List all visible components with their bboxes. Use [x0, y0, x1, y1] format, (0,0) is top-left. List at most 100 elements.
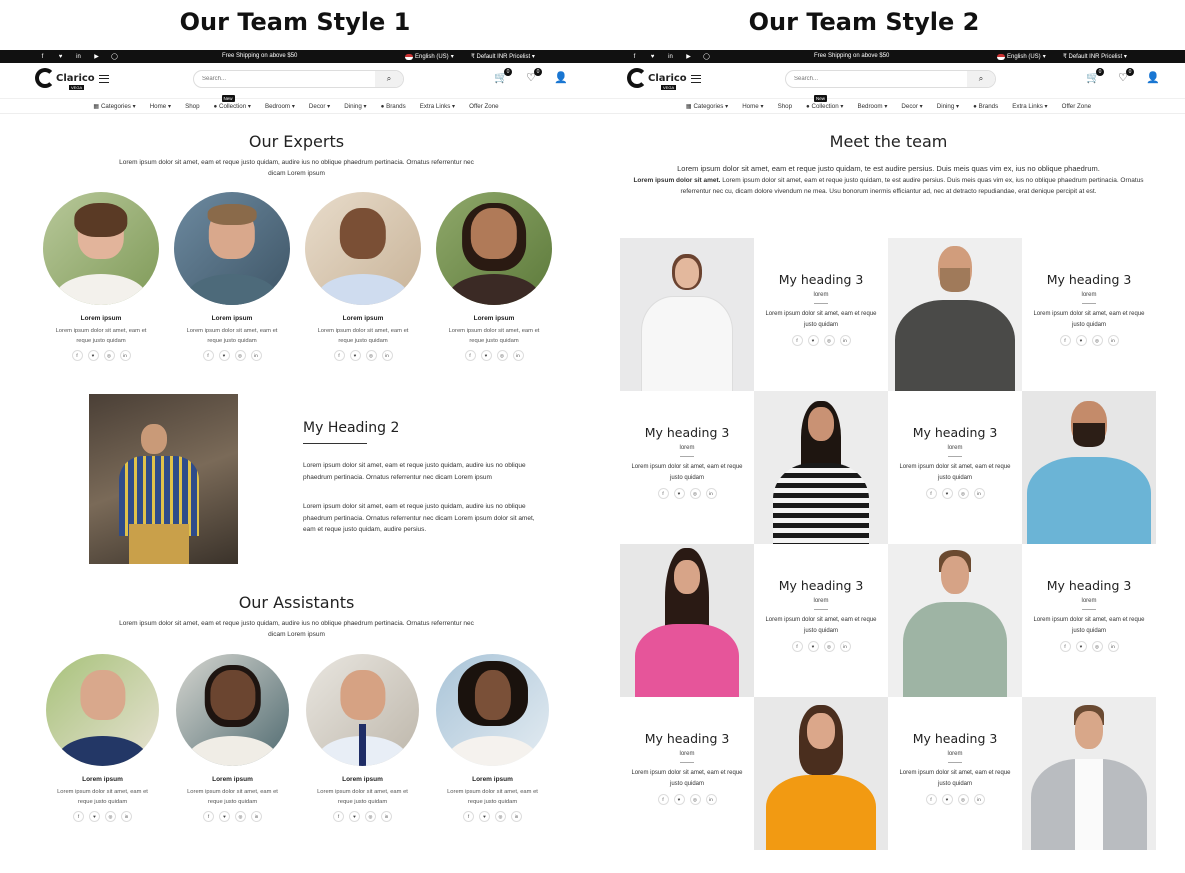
- facebook-icon[interactable]: f: [333, 350, 345, 361]
- facebook-icon[interactable]: f: [71, 350, 83, 361]
- twitter-icon[interactable]: ♥: [673, 794, 685, 805]
- search-icon[interactable]: ⌕: [967, 71, 995, 87]
- instagram-icon[interactable]: ◎: [1091, 641, 1103, 652]
- twitter-icon[interactable]: ♥: [349, 350, 361, 361]
- facebook-icon[interactable]: f: [202, 350, 214, 361]
- instagram-icon[interactable]: ◎: [365, 350, 377, 361]
- twitter-icon[interactable]: ♥: [941, 794, 953, 805]
- twitter-icon[interactable]: ♥: [648, 52, 657, 61]
- facebook-icon[interactable]: f: [657, 794, 669, 805]
- linkedin-icon[interactable]: in: [705, 794, 717, 805]
- nav-collection[interactable]: New ● Collection ▾: [214, 94, 251, 110]
- instagram-icon[interactable]: ◎: [957, 794, 969, 805]
- twitter-icon[interactable]: ♥: [479, 811, 490, 822]
- nav-bedroom[interactable]: Bedroom ▾: [265, 103, 295, 110]
- facebook-icon[interactable]: f: [925, 488, 937, 499]
- logo[interactable]: Clarico VEGA: [35, 68, 95, 90]
- twitter-icon[interactable]: ♥: [218, 350, 230, 361]
- linkedin-icon[interactable]: in: [74, 52, 83, 61]
- linkedin-icon[interactable]: in: [511, 811, 522, 822]
- instagram-icon[interactable]: ◎: [103, 350, 115, 361]
- linkedin-icon[interactable]: in: [251, 811, 262, 822]
- nav-categories[interactable]: ▦ Categories ▾: [93, 103, 135, 110]
- language-selector[interactable]: English (US) ▾: [997, 53, 1046, 60]
- pricelist-selector[interactable]: ₹ Default INR Pricelist ▾: [1063, 53, 1127, 60]
- search-input[interactable]: [194, 76, 375, 82]
- menu-icon[interactable]: [691, 75, 701, 83]
- nav-offer-zone[interactable]: Offer Zone: [1062, 103, 1091, 110]
- facebook-icon[interactable]: f: [464, 350, 476, 361]
- facebook-icon[interactable]: f: [791, 641, 803, 652]
- facebook-icon[interactable]: f: [38, 52, 47, 61]
- wishlist-icon[interactable]: ♡ 0: [524, 68, 542, 85]
- linkedin-icon[interactable]: in: [381, 811, 392, 822]
- linkedin-icon[interactable]: in: [839, 335, 851, 346]
- twitter-icon[interactable]: ♥: [673, 488, 685, 499]
- user-icon[interactable]: 👤: [1146, 71, 1160, 85]
- twitter-icon[interactable]: ♥: [1075, 335, 1087, 346]
- nav-extra-links[interactable]: Extra Links ▾: [420, 103, 455, 110]
- nav-shop[interactable]: Shop: [185, 103, 199, 110]
- instagram-icon[interactable]: ◎: [234, 350, 246, 361]
- twitter-icon[interactable]: ♥: [89, 811, 100, 822]
- facebook-icon[interactable]: f: [630, 52, 639, 61]
- nav-dining[interactable]: Dining ▾: [344, 103, 366, 110]
- facebook-icon[interactable]: f: [791, 335, 803, 346]
- linkedin-icon[interactable]: in: [973, 794, 985, 805]
- linkedin-icon[interactable]: in: [250, 350, 262, 361]
- nav-home[interactable]: Home ▾: [150, 103, 171, 110]
- logo[interactable]: Clarico VEGA: [627, 68, 687, 90]
- facebook-icon[interactable]: f: [925, 794, 937, 805]
- instagram-icon[interactable]: ◎: [1091, 335, 1103, 346]
- instagram-icon[interactable]: ◎: [823, 641, 835, 652]
- nav-shop[interactable]: Shop: [778, 103, 792, 110]
- search-icon[interactable]: ⌕: [375, 71, 403, 87]
- pricelist-selector[interactable]: ₹ Default INR Pricelist ▾: [471, 53, 535, 60]
- instagram-icon[interactable]: ◎: [496, 350, 508, 361]
- search-input[interactable]: [786, 76, 967, 82]
- nav-brands[interactable]: ● Brands: [381, 103, 406, 110]
- twitter-icon[interactable]: ♥: [807, 641, 819, 652]
- instagram-icon[interactable]: ◎: [689, 794, 701, 805]
- linkedin-icon[interactable]: in: [1107, 335, 1119, 346]
- nav-bedroom[interactable]: Bedroom ▾: [857, 103, 887, 110]
- language-selector[interactable]: English (US) ▾: [405, 53, 454, 60]
- instagram-icon[interactable]: ◎: [105, 811, 116, 822]
- youtube-icon[interactable]: ▶: [684, 52, 693, 61]
- twitter-icon[interactable]: ♥: [56, 52, 65, 61]
- nav-collection[interactable]: New ● Collection ▾: [806, 94, 843, 110]
- nav-home[interactable]: Home ▾: [742, 103, 763, 110]
- wishlist-icon[interactable]: ♡ 0: [1116, 68, 1134, 85]
- twitter-icon[interactable]: ♥: [87, 350, 99, 361]
- linkedin-icon[interactable]: in: [839, 641, 851, 652]
- cart-icon[interactable]: 🛒 0: [1086, 68, 1104, 85]
- facebook-icon[interactable]: f: [1059, 641, 1071, 652]
- nav-brands[interactable]: ● Brands: [973, 103, 998, 110]
- facebook-icon[interactable]: f: [657, 488, 669, 499]
- linkedin-icon[interactable]: in: [381, 350, 393, 361]
- facebook-icon[interactable]: f: [1059, 335, 1071, 346]
- linkedin-icon[interactable]: in: [973, 488, 985, 499]
- instagram-icon[interactable]: ◎: [365, 811, 376, 822]
- github-icon[interactable]: ◯: [702, 52, 711, 61]
- nav-categories[interactable]: ▦ Categories ▾: [686, 103, 728, 110]
- linkedin-icon[interactable]: in: [705, 488, 717, 499]
- instagram-icon[interactable]: ◎: [957, 488, 969, 499]
- linkedin-icon[interactable]: in: [1107, 641, 1119, 652]
- nav-dining[interactable]: Dining ▾: [937, 103, 959, 110]
- facebook-icon[interactable]: f: [73, 811, 84, 822]
- instagram-icon[interactable]: ◎: [495, 811, 506, 822]
- cart-icon[interactable]: 🛒 0: [494, 68, 512, 85]
- nav-decor[interactable]: Decor ▾: [309, 103, 330, 110]
- menu-icon[interactable]: [99, 75, 109, 83]
- twitter-icon[interactable]: ♥: [349, 811, 360, 822]
- nav-offer-zone[interactable]: Offer Zone: [469, 103, 498, 110]
- nav-extra-links[interactable]: Extra Links ▾: [1012, 103, 1047, 110]
- nav-decor[interactable]: Decor ▾: [901, 103, 922, 110]
- user-icon[interactable]: 👤: [554, 71, 568, 85]
- github-icon[interactable]: ◯: [110, 52, 119, 61]
- youtube-icon[interactable]: ▶: [92, 52, 101, 61]
- facebook-icon[interactable]: f: [463, 811, 474, 822]
- facebook-icon[interactable]: f: [333, 811, 344, 822]
- linkedin-icon[interactable]: in: [666, 52, 675, 61]
